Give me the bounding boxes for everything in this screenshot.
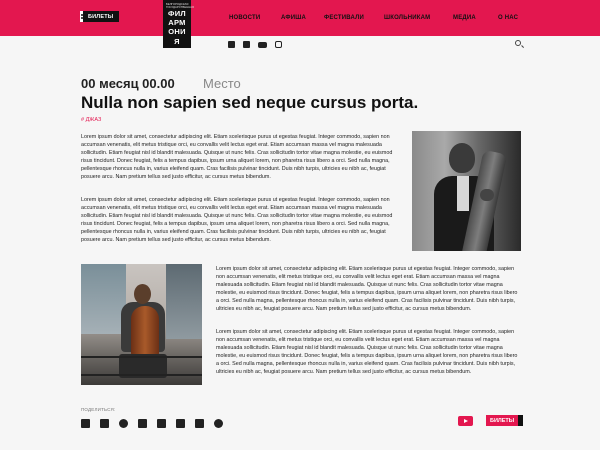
facebook-icon[interactable] bbox=[81, 419, 90, 428]
youtube-icon[interactable] bbox=[458, 416, 473, 426]
cellist-photo bbox=[81, 264, 202, 385]
vk-icon[interactable] bbox=[228, 41, 235, 48]
tickets-footer-label: БИЛЕТЫ bbox=[490, 417, 515, 424]
nav-news[interactable]: НОВОСТИ bbox=[229, 15, 260, 21]
odnoklassniki-icon[interactable] bbox=[157, 419, 166, 428]
photo-detail bbox=[81, 264, 126, 334]
share-links bbox=[81, 419, 223, 428]
instagram-icon[interactable] bbox=[275, 41, 282, 48]
tickets-footer-button[interactable]: БИЛЕТЫ bbox=[486, 415, 523, 426]
article-paragraph: Lorem ipsum dolor sit amet, consectetur … bbox=[216, 329, 518, 375]
event-place: Место bbox=[203, 76, 241, 91]
youtube-icon[interactable] bbox=[258, 41, 267, 48]
nav-schoolchildren[interactable]: ШКОЛЬНИКАМ bbox=[384, 15, 430, 21]
vk-icon[interactable] bbox=[100, 419, 109, 428]
viber-icon[interactable] bbox=[214, 419, 223, 428]
photo-detail bbox=[81, 356, 202, 358]
logo-word-3: ОНИ bbox=[168, 27, 186, 37]
nav-afisha[interactable]: АФИША bbox=[281, 15, 306, 21]
nav-media[interactable]: МЕДИА bbox=[453, 15, 476, 21]
twitter-icon[interactable] bbox=[138, 419, 147, 428]
telegram-icon[interactable] bbox=[195, 419, 204, 428]
header-social-links bbox=[228, 41, 282, 48]
event-date: 00 месяц 00.00 bbox=[81, 76, 175, 91]
event-title: Nulla non sapien sed neque cursus porta. bbox=[81, 93, 419, 112]
photo-detail bbox=[81, 374, 202, 376]
photo-detail bbox=[480, 189, 494, 201]
article-paragraph: Lorem ipsum dolor sit amet, consectetur … bbox=[81, 134, 393, 180]
logo-word-4: Я bbox=[174, 36, 180, 46]
facebook-icon[interactable] bbox=[243, 41, 250, 48]
search-icon[interactable] bbox=[515, 40, 521, 46]
ticket-icon bbox=[518, 415, 523, 426]
main-nav: НОВОСТИ АФИША ФЕСТИВАЛИ ШКОЛЬНИКАМ МЕДИА… bbox=[0, 15, 600, 25]
photo-detail bbox=[166, 264, 202, 339]
bassist-photo bbox=[412, 131, 521, 251]
photo-detail bbox=[134, 284, 151, 304]
share-label: ПОДЕЛИТЬСЯ: bbox=[81, 407, 116, 412]
nav-festivals[interactable]: ФЕСТИВАЛИ bbox=[324, 15, 364, 21]
whatsapp-icon[interactable] bbox=[119, 419, 128, 428]
email-icon[interactable] bbox=[176, 419, 185, 428]
nav-about[interactable]: О НАС bbox=[498, 15, 518, 21]
article-paragraph: Lorem ipsum dolor sit amet, consectetur … bbox=[216, 266, 518, 312]
event-tag-link[interactable]: # ДЖАЗ bbox=[81, 117, 101, 123]
photo-detail bbox=[457, 176, 469, 211]
photo-detail bbox=[449, 143, 475, 173]
article-paragraph: Lorem ipsum dolor sit amet, consectetur … bbox=[81, 197, 393, 243]
